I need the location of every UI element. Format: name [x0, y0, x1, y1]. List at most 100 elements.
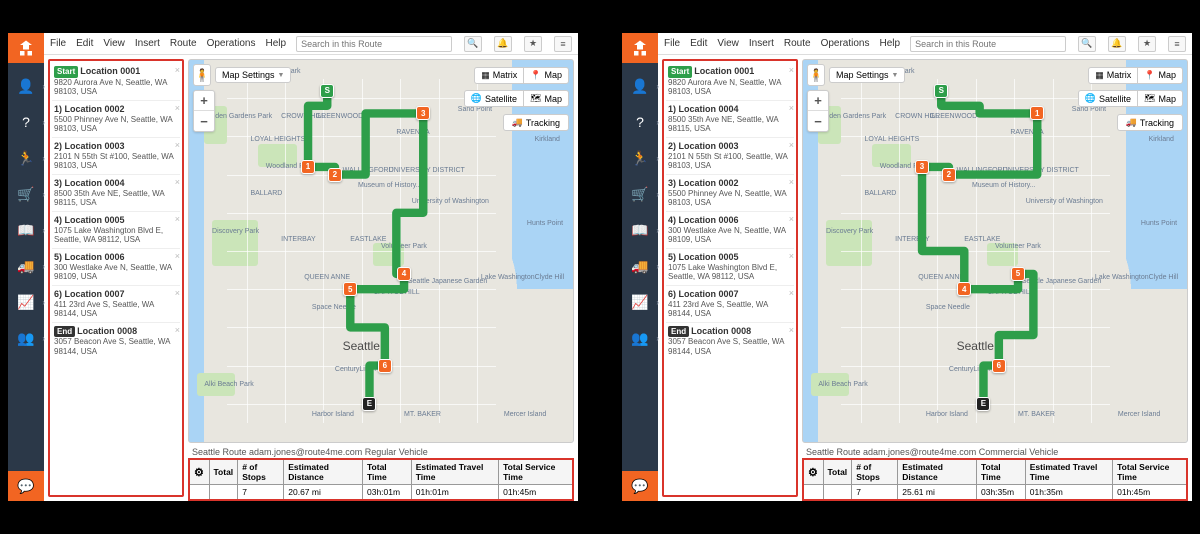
map-pin[interactable]: 5: [1011, 267, 1025, 281]
rail-analytics-icon[interactable]: 📈: [15, 291, 37, 313]
map-pin[interactable]: 2: [328, 168, 342, 182]
stop-item[interactable]: 2) Location 00032101 N 55th St #100, Sea…: [52, 138, 180, 175]
streetview-icon[interactable]: 🧍: [807, 64, 825, 86]
map-settings-button[interactable]: Map Settings▼: [829, 67, 905, 83]
stop-item[interactable]: 4) Location 0006300 Westlake Ave N, Seat…: [666, 212, 794, 249]
map-view-button[interactable]: 📍 Map: [1138, 67, 1183, 84]
rail-address-book-icon[interactable]: 📖: [629, 219, 651, 241]
app-logo[interactable]: [622, 33, 658, 63]
stop-item[interactable]: 2) Location 00032101 N 55th St #100, Sea…: [666, 138, 794, 175]
remove-stop-icon[interactable]: ×: [789, 140, 794, 151]
rail-help-icon[interactable]: ?: [15, 111, 37, 133]
remove-stop-icon[interactable]: ×: [175, 177, 180, 188]
remove-stop-icon[interactable]: ×: [175, 103, 180, 114]
search-button[interactable]: 🔍: [1078, 36, 1096, 52]
rail-vehicles-icon[interactable]: 🚚: [629, 255, 651, 277]
satellite-button[interactable]: 🌐 Satellite: [1078, 90, 1138, 107]
map-button[interactable]: 🗺 Map: [1138, 90, 1183, 107]
zoom-out-button[interactable]: −: [194, 111, 214, 131]
map-settings-button[interactable]: Map Settings▼: [215, 67, 291, 83]
menu-icon[interactable]: ≡: [554, 36, 572, 52]
menu-item[interactable]: File: [664, 38, 680, 49]
stop-item[interactable]: StartLocation 00019820 Aurora Ave N, Sea…: [52, 63, 180, 101]
rail-team-icon[interactable]: 👥: [15, 327, 37, 349]
app-logo[interactable]: [8, 33, 44, 63]
map-pin[interactable]: E: [362, 397, 376, 411]
remove-stop-icon[interactable]: ×: [789, 325, 794, 336]
map-pin[interactable]: 5: [343, 282, 357, 296]
map-view-button[interactable]: 📍 Map: [524, 67, 569, 84]
map-pin[interactable]: 1: [301, 160, 315, 174]
map-pin[interactable]: 6: [378, 359, 392, 373]
search-button[interactable]: 🔍: [464, 36, 482, 52]
rail-analytics-icon[interactable]: 📈: [629, 291, 651, 313]
menu-item[interactable]: Edit: [690, 38, 707, 49]
map-pin[interactable]: 3: [915, 160, 929, 174]
remove-stop-icon[interactable]: ×: [175, 65, 180, 76]
menu-item[interactable]: Edit: [76, 38, 93, 49]
rail-orders-icon[interactable]: 🛒: [15, 183, 37, 205]
menu-item[interactable]: Route: [170, 38, 197, 49]
menu-item[interactable]: View: [717, 38, 739, 49]
rail-team-icon[interactable]: 👥: [629, 327, 651, 349]
menu-item[interactable]: Help: [879, 38, 900, 49]
rail-users-icon[interactable]: 👤: [15, 75, 37, 97]
menu-item[interactable]: Help: [265, 38, 286, 49]
stop-item[interactable]: 5) Location 0006300 Westlake Ave N, Seat…: [52, 249, 180, 286]
map-pin[interactable]: 1: [1030, 106, 1044, 120]
map-pin[interactable]: 3: [416, 106, 430, 120]
menu-item[interactable]: Route: [784, 38, 811, 49]
tracking-button[interactable]: 🚚 Tracking: [503, 114, 569, 131]
map-canvas[interactable]: Carkeek ParkGolden Gardens ParkCROWN HIL…: [802, 59, 1188, 443]
remove-stop-icon[interactable]: ×: [789, 65, 794, 76]
remove-stop-icon[interactable]: ×: [789, 177, 794, 188]
menu-item[interactable]: View: [103, 38, 125, 49]
remove-stop-icon[interactable]: ×: [175, 251, 180, 262]
bell-icon[interactable]: 🔔: [494, 36, 512, 52]
map-pin[interactable]: 4: [397, 267, 411, 281]
menu-item[interactable]: Operations: [821, 38, 870, 49]
menu-item[interactable]: File: [50, 38, 66, 49]
menu-item[interactable]: Operations: [207, 38, 256, 49]
map-pin[interactable]: 6: [992, 359, 1006, 373]
map-pin[interactable]: 2: [942, 168, 956, 182]
map-canvas[interactable]: Carkeek ParkGolden Gardens ParkCROWN HIL…: [188, 59, 574, 443]
star-icon[interactable]: ★: [524, 36, 542, 52]
tracking-button[interactable]: 🚚 Tracking: [1117, 114, 1183, 131]
search-input[interactable]: [296, 36, 452, 52]
rail-users-icon[interactable]: 👤: [629, 75, 651, 97]
remove-stop-icon[interactable]: ×: [175, 214, 180, 225]
zoom-in-button[interactable]: +: [194, 91, 214, 111]
stop-item[interactable]: 1) Location 00048500 35th Ave NE, Seattl…: [666, 101, 794, 138]
bell-icon[interactable]: 🔔: [1108, 36, 1126, 52]
remove-stop-icon[interactable]: ×: [789, 214, 794, 225]
rail-help-icon[interactable]: ?: [629, 111, 651, 133]
menu-icon[interactable]: ≡: [1168, 36, 1186, 52]
stop-item[interactable]: 3) Location 00048500 35th Ave NE, Seattl…: [52, 175, 180, 212]
stop-item[interactable]: EndLocation 00083057 Beacon Ave S, Seatt…: [666, 323, 794, 360]
remove-stop-icon[interactable]: ×: [175, 325, 180, 336]
stop-item[interactable]: 4) Location 00051075 Lake Washington Blv…: [52, 212, 180, 249]
map-button[interactable]: 🗺 Map: [524, 90, 569, 107]
remove-stop-icon[interactable]: ×: [175, 140, 180, 151]
map-pin[interactable]: E: [976, 397, 990, 411]
stop-item[interactable]: 6) Location 0007411 23rd Ave S, Seattle,…: [52, 286, 180, 323]
stop-item[interactable]: 6) Location 0007411 23rd Ave S, Seattle,…: [666, 286, 794, 323]
gear-icon[interactable]: ⚙: [803, 459, 823, 485]
rail-orders-icon[interactable]: 🛒: [629, 183, 651, 205]
matrix-view-button[interactable]: ▦ Matrix: [474, 67, 524, 84]
stop-item[interactable]: StartLocation 00019820 Aurora Ave N, Sea…: [666, 63, 794, 101]
satellite-button[interactable]: 🌐 Satellite: [464, 90, 524, 107]
remove-stop-icon[interactable]: ×: [789, 251, 794, 262]
gear-icon[interactable]: ⚙: [189, 459, 209, 485]
remove-stop-icon[interactable]: ×: [175, 288, 180, 299]
chat-button[interactable]: 💬: [8, 471, 44, 501]
streetview-icon[interactable]: 🧍: [193, 64, 211, 86]
rail-vehicles-icon[interactable]: 🚚: [15, 255, 37, 277]
chat-button[interactable]: 💬: [622, 471, 658, 501]
rail-routes-icon[interactable]: 🏃: [15, 147, 37, 169]
menu-item[interactable]: Insert: [749, 38, 774, 49]
stop-item[interactable]: 1) Location 00025500 Phinney Ave N, Seat…: [52, 101, 180, 138]
search-input[interactable]: [910, 36, 1066, 52]
stop-item[interactable]: 3) Location 00025500 Phinney Ave N, Seat…: [666, 175, 794, 212]
